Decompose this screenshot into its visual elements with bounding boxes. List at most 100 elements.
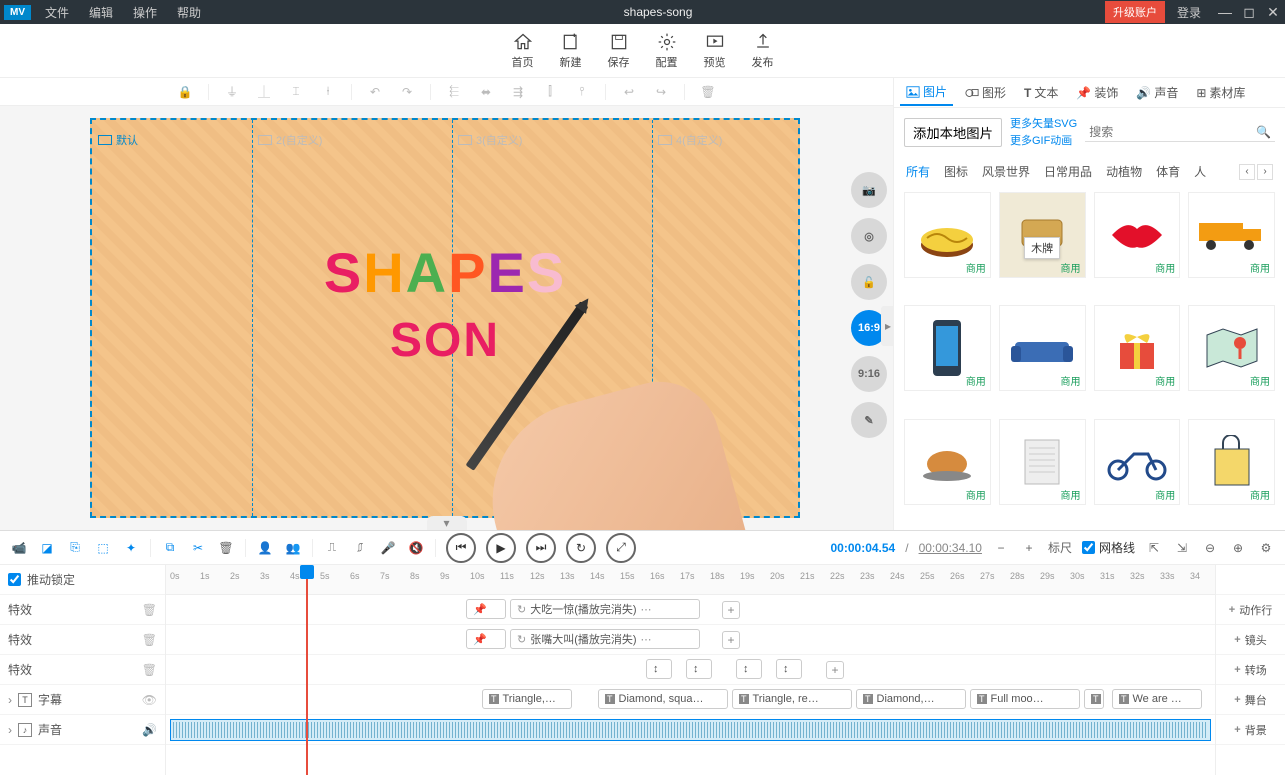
fx-pin-icon[interactable]: 📌 <box>466 629 506 649</box>
tl-group-icon[interactable]: 👥 <box>284 539 302 557</box>
track-row-subtitle[interactable]: TTriangle,…TDiamond, squa…TTriangle, re…… <box>166 685 1215 715</box>
search-input[interactable] <box>1089 125 1256 139</box>
delete-track-icon[interactable]: 🗑 <box>142 603 157 617</box>
add-clip-button[interactable]: + <box>826 661 844 679</box>
time-ruler[interactable]: 0s1s2s3s4s5s6s7s8s9s10s11s12s13s14s15s16… <box>166 565 1215 595</box>
tab-decor[interactable]: 📌装饰 <box>1070 80 1124 105</box>
edit-pen-button[interactable]: ✎ <box>851 402 887 438</box>
add-camera-button[interactable]: +镜头 <box>1216 625 1285 655</box>
maximize-button[interactable]: ◻ <box>1237 4 1261 21</box>
login-button[interactable]: 登录 <box>1165 4 1213 21</box>
align-hcenter-icon[interactable]: ⬌ <box>477 83 495 101</box>
tab-text[interactable]: T文本 <box>1018 80 1064 105</box>
add-action-row-button[interactable]: +动作行 <box>1216 595 1285 625</box>
cat-next-icon[interactable]: › <box>1257 164 1273 180</box>
add-stage-button[interactable]: +舞台 <box>1216 685 1285 715</box>
distribute-v-icon[interactable]: ⫯ <box>573 83 591 101</box>
search-icon[interactable]: 🔍 <box>1256 125 1271 139</box>
asset-motorcycle[interactable]: 商用 <box>1094 419 1181 505</box>
track-row-fx3[interactable]: ↕ ↕ ↕ ↕ + <box>166 655 1215 685</box>
tl-camera-icon[interactable]: 📹 <box>10 539 28 557</box>
track-row-fx1[interactable]: 📌 ↻大吃一惊(播放完消失)⋯ + <box>166 595 1215 625</box>
tl-mute-icon[interactable]: 🔇 <box>407 539 425 557</box>
fx-marker[interactable]: ↕ <box>736 659 762 679</box>
asset-sofa[interactable]: 商用 <box>999 305 1086 391</box>
tab-library[interactable]: ⊞素材库 <box>1190 80 1251 105</box>
asset-phone[interactable]: 商用 <box>904 305 991 391</box>
tab-image[interactable]: 图片 <box>900 79 953 106</box>
toolbar-preview[interactable]: 预览 <box>704 32 726 70</box>
asset-noodles[interactable]: 商用 <box>904 192 991 278</box>
aspect-9-16-button[interactable]: 9:16 <box>851 356 887 392</box>
cat-all[interactable]: 所有 <box>906 163 930 180</box>
asset-papers[interactable]: 商用 <box>999 419 1086 505</box>
align-bottom-icon[interactable]: ⏚ <box>223 83 241 101</box>
cat-icons[interactable]: 图标 <box>944 163 968 180</box>
cat-people[interactable]: 人 <box>1194 163 1206 180</box>
toolbar-config[interactable]: 配置 <box>656 32 678 70</box>
scene-tab-2[interactable]: 2(自定义) <box>258 132 322 148</box>
delete-track-icon[interactable]: 🗑 <box>142 663 157 677</box>
fullscreen-button[interactable]: ⤢ <box>606 533 636 563</box>
menu-edit[interactable]: 编辑 <box>79 4 123 21</box>
loop-button[interactable]: ↻ <box>566 533 596 563</box>
delete-track-icon[interactable]: 🗑 <box>142 633 157 647</box>
track-row-audio[interactable] <box>166 715 1215 745</box>
add-transition-button[interactable]: +转场 <box>1216 655 1285 685</box>
collapse-down-icon[interactable]: ▾ <box>427 516 467 530</box>
asset-gift[interactable]: 商用 <box>1094 305 1181 391</box>
tl-cut-icon[interactable]: ✂ <box>189 539 207 557</box>
search-box[interactable]: 🔍 <box>1085 123 1275 142</box>
fx-pin-icon[interactable]: 📌 <box>466 599 506 619</box>
delete-icon[interactable]: 🗑 <box>699 83 717 101</box>
toolbar-publish[interactable]: 发布 <box>752 32 774 70</box>
undo-icon[interactable]: ↩ <box>620 83 638 101</box>
track-audio[interactable]: ›♪声音🔊 <box>0 715 165 745</box>
tl-settings-icon[interactable]: ⚙ <box>1257 539 1275 557</box>
canvas-stage[interactable]: 默认 2(自定义) 3(自定义) 4(自定义) SHAPES SON <box>90 118 800 518</box>
audio-clip[interactable] <box>170 719 1211 741</box>
align-vcenter-icon[interactable]: ⌶ <box>287 83 305 101</box>
tl-trash-icon[interactable]: 🗑 <box>217 539 235 557</box>
add-clip-button[interactable]: + <box>722 601 740 619</box>
fx-marker[interactable]: ↕ <box>646 659 672 679</box>
track-row-fx2[interactable]: 📌 ↻张嘴大叫(播放完消失)⋯ + <box>166 625 1215 655</box>
add-local-image-button[interactable]: 添加本地图片 <box>904 118 1002 147</box>
tl-mic-icon[interactable]: 🎤 <box>379 539 397 557</box>
fx-clip-1[interactable]: ↻大吃一惊(播放完消失)⋯ <box>510 599 700 619</box>
add-background-button[interactable]: +背景 <box>1216 715 1285 745</box>
subtitle-clip[interactable]: TFull moo… <box>970 689 1080 709</box>
subtitle-clip[interactable]: TDiamond,… <box>856 689 966 709</box>
scene-tab-4[interactable]: 4(自定义) <box>658 132 722 148</box>
rotate-left-icon[interactable]: ↶ <box>366 83 384 101</box>
track-subtitle[interactable]: ›T字幕👁 <box>0 685 165 715</box>
more-gif-link[interactable]: 更多GIF动画 <box>1010 133 1077 150</box>
tl-export-icon[interactable]: ⇱ <box>1145 539 1163 557</box>
zoom-in-time-icon[interactable]: + <box>1020 539 1038 557</box>
zoom-out-time-icon[interactable]: − <box>992 539 1010 557</box>
subtitle-clip[interactable]: TWe are … <box>1112 689 1202 709</box>
cat-daily[interactable]: 日常用品 <box>1044 163 1092 180</box>
subtitle-clip[interactable]: T <box>1084 689 1104 709</box>
expand-icon[interactable]: › <box>8 723 12 737</box>
toolbar-home[interactable]: 首页 <box>512 32 534 70</box>
asset-turkey[interactable]: 商用 <box>904 419 991 505</box>
cat-sports[interactable]: 体育 <box>1156 163 1180 180</box>
subtitle-clip[interactable]: TDiamond, squa… <box>598 689 728 709</box>
align-left-icon[interactable]: ⬱ <box>445 83 463 101</box>
scene-tab-1[interactable]: 默认 <box>98 132 138 148</box>
playhead[interactable] <box>306 565 308 775</box>
asset-truck[interactable]: 商用 <box>1188 192 1275 278</box>
align-top-icon[interactable]: ⏊ <box>255 83 273 101</box>
tab-shape[interactable]: 图形 <box>959 80 1012 105</box>
timeline-tracks[interactable]: 0s1s2s3s4s5s6s7s8s9s10s11s12s13s14s15s16… <box>166 565 1215 775</box>
cat-animals[interactable]: 动植物 <box>1106 163 1142 180</box>
asset-map[interactable]: 商用 <box>1188 305 1275 391</box>
menu-action[interactable]: 操作 <box>123 4 167 21</box>
tab-sound[interactable]: 🔊声音 <box>1130 80 1184 105</box>
align-right-icon[interactable]: ⇶ <box>509 83 527 101</box>
lock-row[interactable]: 推动锁定 <box>0 565 165 595</box>
eye-icon[interactable]: 👁 <box>142 693 157 707</box>
tl-fx-icon[interactable]: ⬚ <box>94 539 112 557</box>
volume-icon[interactable]: 🔊 <box>142 723 157 737</box>
